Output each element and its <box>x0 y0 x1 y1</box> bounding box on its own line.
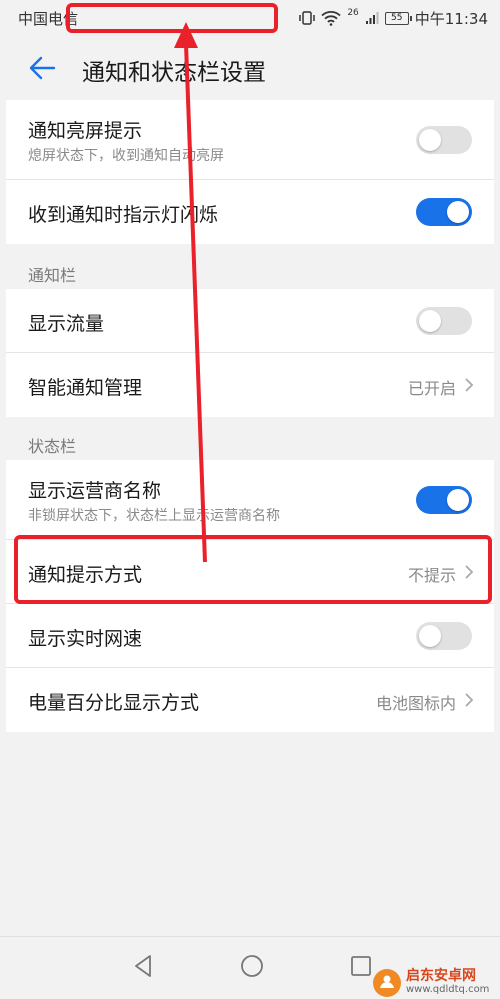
watermark: 启东安卓网 www.qdldtq.com <box>372 966 500 999</box>
nav-home-icon[interactable] <box>237 951 267 981</box>
watermark-name: 启东安卓网 <box>406 968 476 984</box>
watermark-text: 启东安卓网 www.qdldtq.com <box>406 969 489 996</box>
watermark-logo-icon <box>373 968 401 997</box>
watermark-url: www.qdldtq.com <box>406 984 490 995</box>
nav-back-icon[interactable] <box>128 951 158 981</box>
annotation-arrow-icon <box>174 22 207 563</box>
